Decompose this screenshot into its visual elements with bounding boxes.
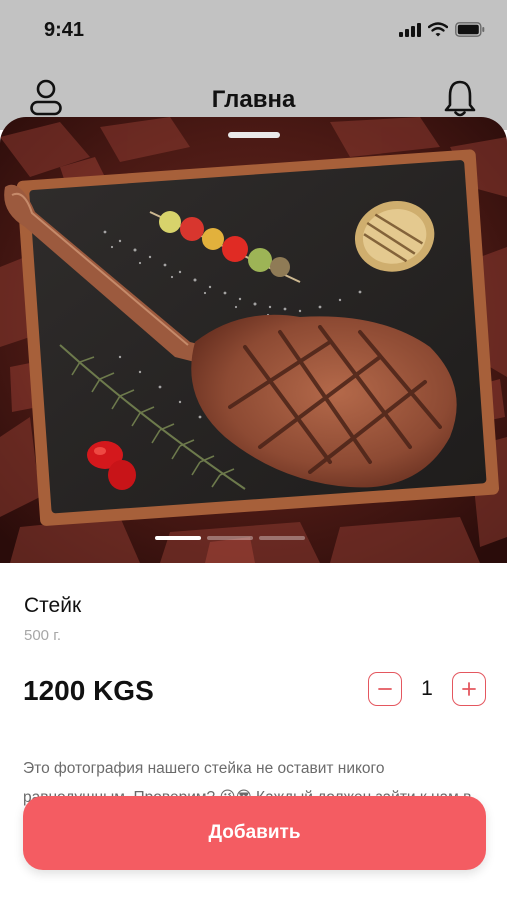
plus-icon [462,682,476,696]
bell-icon[interactable] [443,78,477,118]
quantity-stepper: 1 [368,672,486,706]
product-weight: 500 г. [24,627,62,644]
carousel-dot-1[interactable] [155,536,201,540]
page-title: Главна [211,86,296,113]
decrease-button[interactable] [368,672,402,706]
carousel-dot-2[interactable] [207,536,253,540]
carousel-dot-3[interactable] [259,536,305,540]
product-price: 1200 KGS [23,675,154,706]
minus-icon [378,688,392,690]
status-icons [399,22,485,37]
increase-button[interactable] [452,672,486,706]
battery-icon [455,22,485,37]
signal-icon [399,22,421,37]
steak-photo [0,117,507,563]
product-name: Стейк [24,594,82,617]
add-to-cart-button[interactable]: Добавить [23,796,486,870]
product-image-carousel[interactable] [0,117,507,563]
drag-handle[interactable] [228,132,280,138]
status-time: 9:41 [44,19,85,41]
quantity-value: 1 [421,677,433,700]
wifi-icon [428,22,448,37]
carousel-indicator [155,536,305,540]
